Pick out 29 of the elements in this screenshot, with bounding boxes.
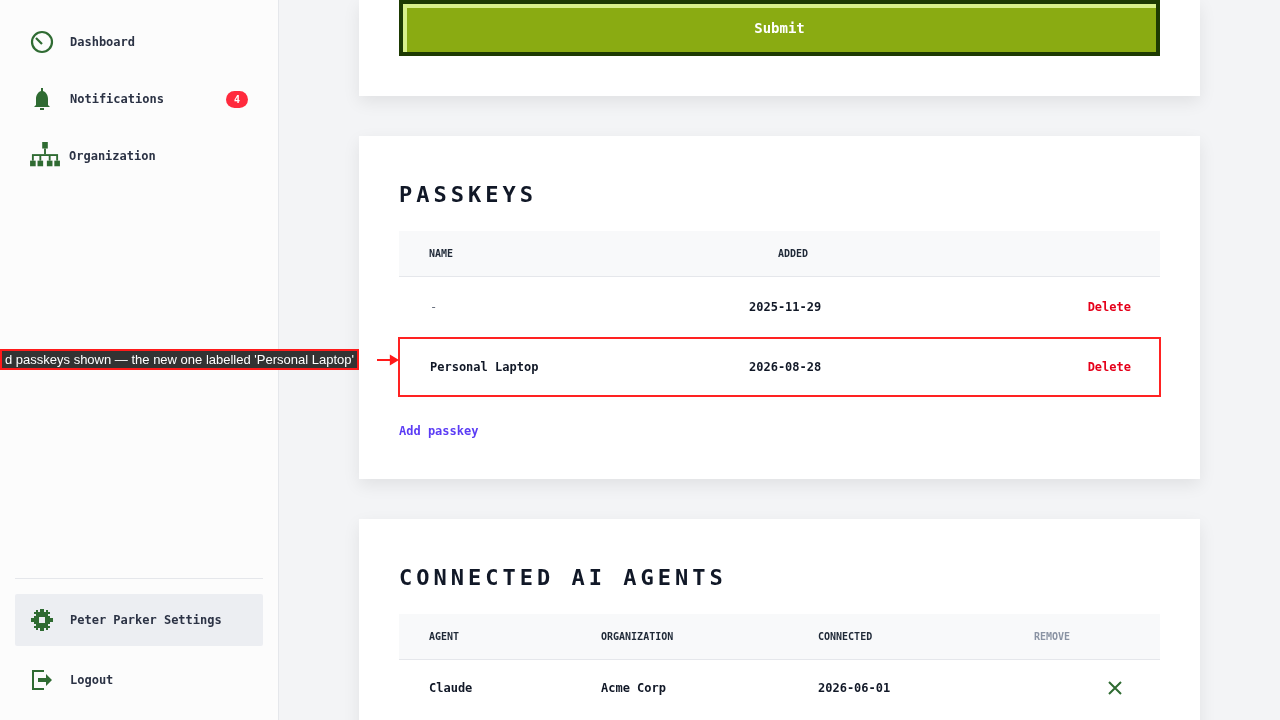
section-title: CONNECTED AI AGENTS xyxy=(399,564,728,592)
sidebar-item[interactable]: Logout xyxy=(15,654,263,706)
column-header: CONNECTED xyxy=(817,631,874,642)
sidebar-item[interactable]: Peter Parker Settings xyxy=(15,594,263,646)
table-cell-text: 2026-06-01 xyxy=(817,681,892,695)
close-icon[interactable] xyxy=(1108,681,1122,695)
column-header: ORGANIZATION xyxy=(600,631,675,642)
notification-count-badge: 4 xyxy=(225,90,248,108)
gauge-icon xyxy=(30,30,54,54)
section-title: PASSKEYS xyxy=(399,181,538,209)
table-cell-text: Acme Corp xyxy=(600,681,668,695)
column-header: ADDED xyxy=(777,248,810,259)
table-cell-text: - xyxy=(429,300,439,314)
table-cell-text: Claude xyxy=(428,681,474,695)
sidebar-item[interactable]: Dashboard xyxy=(15,20,263,64)
column-header: AGENT xyxy=(428,631,461,642)
column-header: NAME xyxy=(428,248,455,259)
column-header: REMOVE xyxy=(1033,631,1072,642)
annotation-callout: d passkeys shown — the new one labelled 'Personal Laptop' xyxy=(0,349,359,370)
delete-link[interactable]: Delete xyxy=(1087,360,1159,374)
table-cell-text: 2025-11-29 xyxy=(748,300,823,314)
sidebar-item[interactable]: Notifications 4 xyxy=(15,77,263,121)
add-passkey-link[interactable]: Add passkey xyxy=(399,424,479,438)
logout-icon xyxy=(30,668,54,692)
table-cell-text: 2026-08-28 xyxy=(748,360,823,374)
settings-icon xyxy=(30,608,54,632)
table-cell-text: Personal Laptop xyxy=(429,360,540,374)
sidebar-item[interactable]: Organization xyxy=(15,134,263,178)
delete-link[interactable]: Delete xyxy=(1087,300,1159,314)
